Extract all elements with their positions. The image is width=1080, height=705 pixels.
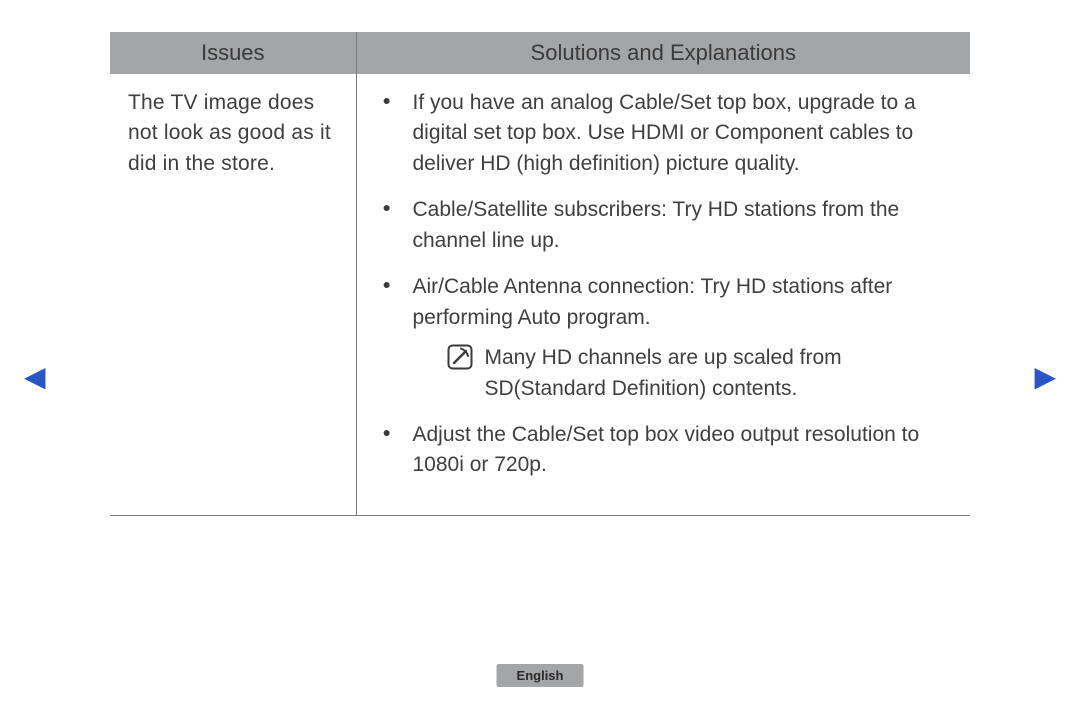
issue-cell: The TV image does not look as good as it… — [110, 74, 356, 515]
next-page-arrow[interactable]: ▶ — [1034, 360, 1056, 393]
solution-bullet: Adjust the Cable/Set top box video outpu… — [379, 420, 953, 481]
note-block: Many HD channels are up scaled from SD(S… — [413, 343, 953, 404]
table-row: The TV image does not look as good as it… — [110, 74, 970, 515]
table-header-row: Issues Solutions and Explanations — [110, 32, 970, 74]
troubleshooting-table: Issues Solutions and Explanations The TV… — [110, 32, 970, 516]
solution-bullet: Cable/Satellite subscribers: Try HD stat… — [379, 195, 953, 256]
note-icon — [447, 344, 473, 370]
header-issues: Issues — [110, 32, 356, 74]
prev-page-arrow[interactable]: ◀ — [24, 360, 46, 393]
solution-bullet: If you have an analog Cable/Set top box,… — [379, 88, 953, 179]
note-text: Many HD channels are up scaled from SD(S… — [485, 343, 953, 404]
solution-bullet: Air/Cable Antenna connection: Try HD sta… — [379, 272, 953, 404]
header-solutions: Solutions and Explanations — [356, 32, 970, 74]
language-badge: English — [497, 664, 584, 687]
solution-bullet-text: Air/Cable Antenna connection: Try HD sta… — [413, 275, 893, 328]
solution-cell: If you have an analog Cable/Set top box,… — [356, 74, 970, 515]
